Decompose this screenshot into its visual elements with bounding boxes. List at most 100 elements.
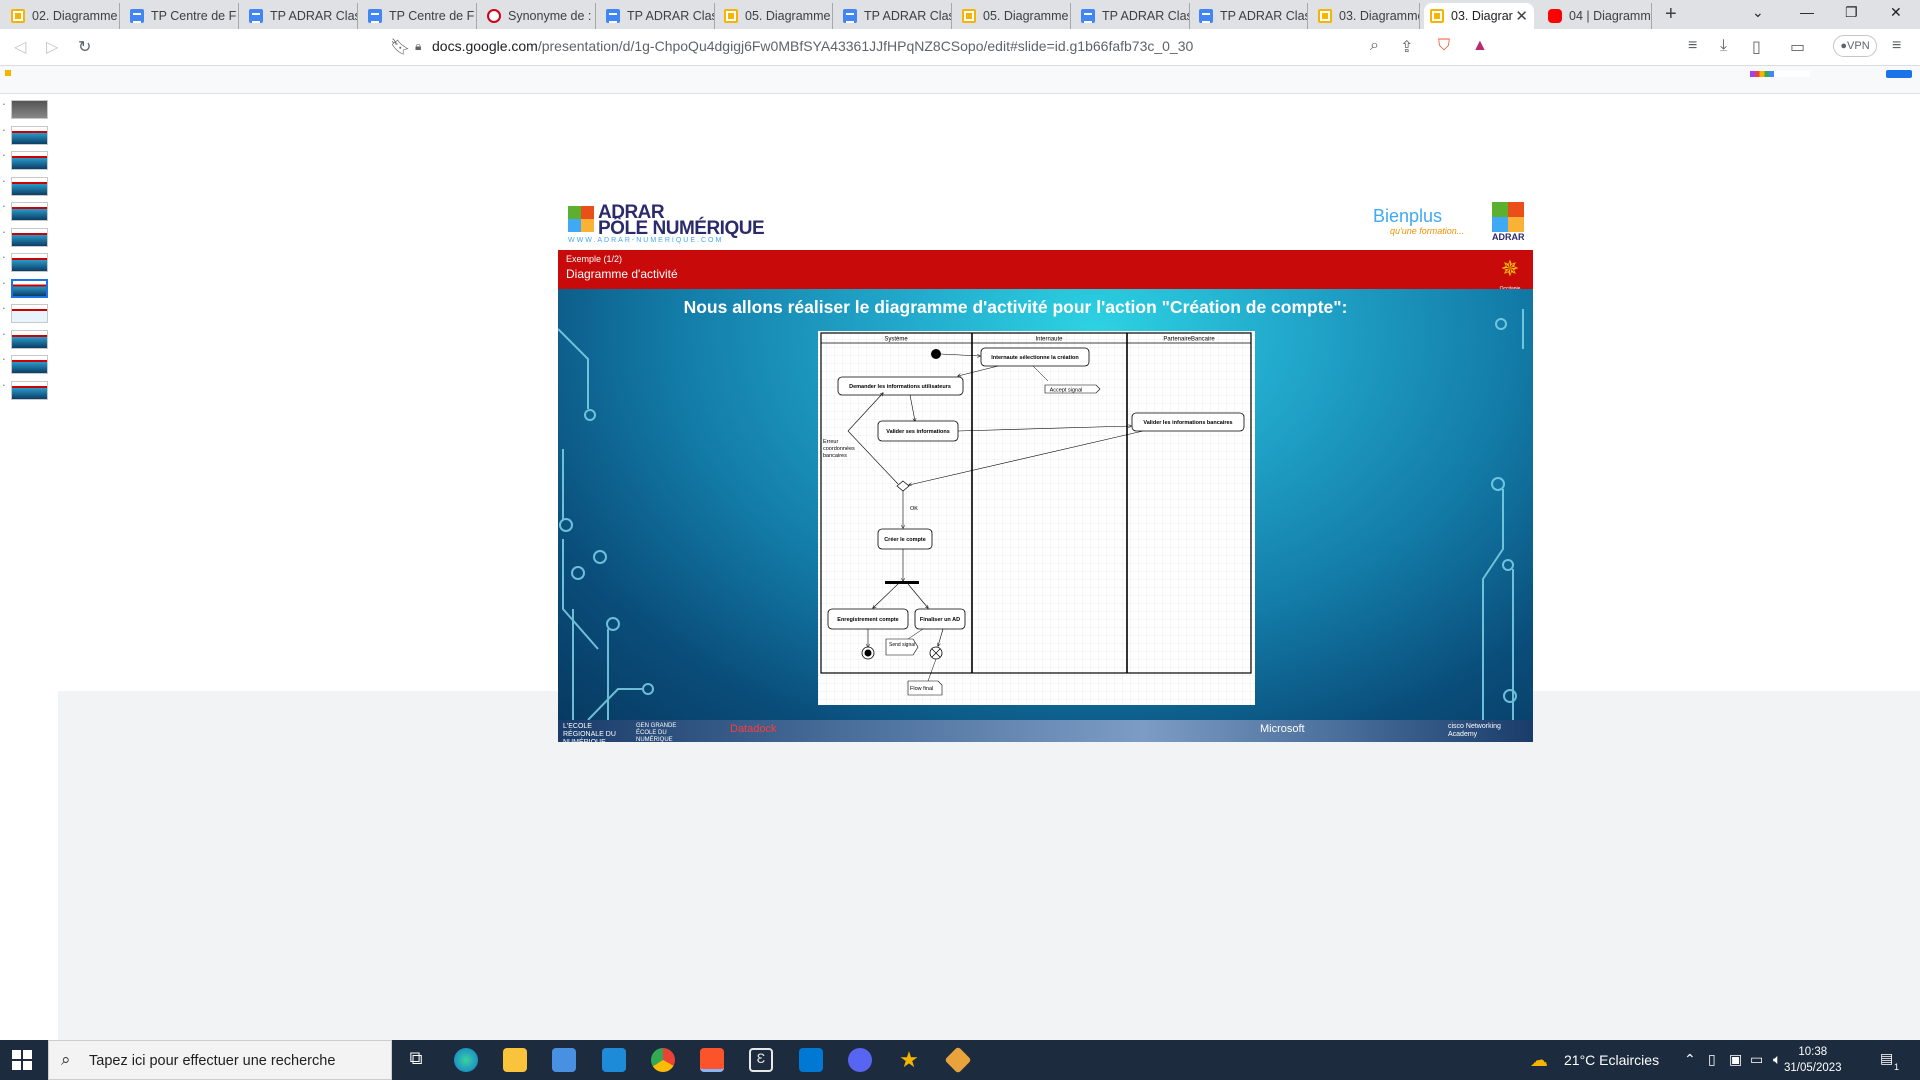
browser-tab[interactable]: 03. Diagrar ✕: [1424, 3, 1534, 29]
slide-thumbnail[interactable]: [11, 380, 48, 400]
docs-icon: [368, 9, 382, 23]
slide-thumbnail[interactable]: [11, 202, 48, 221]
wallet-icon[interactable]: ▭: [1790, 37, 1805, 57]
brave-rewards-icon[interactable]: ▲: [1472, 37, 1488, 55]
slide-number: •: [3, 255, 5, 261]
slide-heading: Nous allons réaliser le diagramme d'acti…: [683, 297, 1348, 317]
browser-tab[interactable]: 05. Diagramme: [718, 3, 833, 29]
slide-number: •: [3, 331, 5, 338]
action-select-label: Internaute sélectionne la création: [991, 355, 1079, 361]
close-tab-icon[interactable]: ✕: [1515, 7, 1528, 25]
browser-tab[interactable]: TP ADRAR Clas: [600, 3, 715, 29]
slide-thumbnail[interactable]: [11, 125, 48, 145]
tab-title: 05. Diagramme: [745, 9, 831, 23]
youtube-icon: [1548, 9, 1562, 23]
windows-start-icon[interactable]: [12, 1050, 32, 1070]
notification-icon[interactable]: ▤: [1880, 1050, 1893, 1067]
slide-thumbnail[interactable]: [11, 227, 48, 247]
address-bar[interactable]: docs.google.com/presentation/d/1g-ChpoQu…: [432, 38, 1193, 54]
minimize-button[interactable]: —: [1800, 4, 1814, 20]
browser-tab[interactable]: TP Centre de F: [362, 3, 477, 29]
network-icon[interactable]: ▭: [1750, 1051, 1763, 1068]
slide-number: •: [3, 153, 5, 159]
search-icon: ⌕: [61, 1050, 71, 1069]
taskbar-search-box[interactable]: ⌕ Tapez ici pour effectuer une recherche: [48, 1040, 392, 1080]
share-button[interactable]: [1886, 70, 1912, 78]
slide-thumbnail[interactable]: [11, 151, 48, 170]
browser-toolbar: ◁ ▷ ↻ 🔖︎ 🔒︎ docs.google.com/presentation…: [0, 29, 1920, 66]
notification-count: 1: [1894, 1062, 1900, 1072]
slide-thumbnail[interactable]: [11, 355, 48, 374]
brave-icon[interactable]: [700, 1048, 724, 1072]
browser-tab[interactable]: 05. Diagramme: [956, 3, 1071, 29]
bookmark-icon[interactable]: 🔖︎: [390, 37, 410, 57]
slide-number: •: [3, 229, 5, 236]
file-explorer-icon[interactable]: [503, 1048, 527, 1072]
restore-button[interactable]: ❐: [1845, 4, 1858, 21]
share-icon[interactable]: ⇪: [1400, 37, 1413, 57]
slide-thumbnail[interactable]: [11, 329, 48, 349]
slides-logo-icon: [5, 70, 11, 76]
menu-icon[interactable]: ≡: [1892, 37, 1901, 55]
collaborator-avatars[interactable]: [1750, 71, 1810, 77]
chevron-up-icon[interactable]: ⌃: [1684, 1051, 1696, 1068]
slide-thumbnail[interactable]: [11, 176, 48, 196]
tab-search-icon[interactable]: ⌄: [1752, 4, 1764, 21]
close-window-button[interactable]: ✕: [1890, 4, 1902, 21]
taskbar-clock[interactable]: 10:38 31/05/2023: [1784, 1044, 1842, 1076]
clock-date: 31/05/2023: [1784, 1062, 1842, 1074]
store-icon[interactable]: [552, 1048, 576, 1072]
browser-tab[interactable]: 04 | Diagramm: [1542, 3, 1652, 29]
slide-thumbnail[interactable]: [11, 253, 48, 272]
star-app-icon[interactable]: ★: [897, 1048, 921, 1072]
tab-title: TP Centre de F: [389, 9, 475, 23]
media-icon[interactable]: ≡: [1688, 37, 1697, 55]
browser-tab[interactable]: TP ADRAR Clas: [243, 3, 358, 29]
task-view-icon[interactable]: ⧉: [404, 1048, 428, 1072]
vscode-icon[interactable]: [799, 1048, 823, 1072]
eclipse-icon[interactable]: Ɛ: [749, 1048, 773, 1072]
weather-icon[interactable]: ☁: [1530, 1050, 1548, 1071]
download-icon[interactable]: ⤓: [1720, 37, 1727, 55]
browser-tab[interactable]: Synonyme de :: [481, 3, 596, 29]
volume-icon[interactable]: 🔈︎: [1773, 1051, 1781, 1068]
browser-tab[interactable]: TP Centre de F: [124, 3, 239, 29]
lock-icon[interactable]: 🔒︎: [415, 39, 421, 54]
sidebar-icon[interactable]: ▯: [1752, 37, 1761, 57]
mail-icon[interactable]: [602, 1048, 626, 1072]
slide-canvas-area: ADRAR PÔLE NUMÉRIQUE WWW.ADRAR-NUMERIQUE…: [58, 94, 1920, 1040]
brave-shield-icon[interactable]: ⛉: [1438, 37, 1450, 55]
adrar-logo-icon: [568, 206, 594, 232]
browser-tab[interactable]: TP ADRAR Clas: [1075, 3, 1190, 29]
new-tab-button[interactable]: +: [1665, 3, 1677, 26]
display-icon[interactable]: ▣: [1729, 1051, 1742, 1068]
action-validate-label: Valider ses informations: [886, 429, 950, 435]
browser-tab[interactable]: TP ADRAR Clas: [1193, 3, 1308, 29]
browser-tab[interactable]: 02. Diagramme: [5, 3, 120, 29]
chrome-icon[interactable]: [651, 1048, 675, 1072]
fork-bar: [885, 581, 919, 584]
send-signal-label: Send signal: [889, 642, 915, 648]
current-slide[interactable]: ADRAR PÔLE NUMÉRIQUE WWW.ADRAR-NUMERIQUE…: [558, 194, 1533, 742]
vpn-button[interactable]: ● VPN: [1833, 35, 1877, 57]
speaker-notes-area[interactable]: [58, 691, 1920, 1040]
browser-tab[interactable]: TP ADRAR Clas: [837, 3, 952, 29]
git-app-icon[interactable]: [944, 1046, 972, 1074]
edge-icon[interactable]: [454, 1048, 478, 1072]
discord-icon[interactable]: [848, 1048, 872, 1072]
weather-text[interactable]: 21°C Eclaircies: [1564, 1052, 1659, 1068]
reload-icon[interactable]: ↻: [78, 37, 91, 57]
slide-thumbnail[interactable]: [11, 304, 48, 323]
initial-node: [931, 349, 941, 359]
slide-thumbnail[interactable]: [11, 278, 48, 298]
back-icon[interactable]: ◁: [14, 37, 26, 57]
action-ask-label: Demander les informations utilisateurs: [849, 384, 951, 390]
zoom-icon[interactable]: ⌕: [1370, 37, 1379, 55]
slide-number: •: [3, 306, 5, 312]
battery-icon[interactable]: ▯: [1708, 1051, 1716, 1068]
forward-icon[interactable]: ▷: [46, 37, 58, 57]
browser-tab[interactable]: 03. Diagramme: [1312, 3, 1420, 29]
footer-logo-ern: L'ECOLE RÉGIONALE DU NUMÉRIQUE: [563, 723, 616, 742]
action-create-label: Créer le compte: [884, 537, 926, 543]
slide-thumbnail[interactable]: [11, 100, 48, 119]
